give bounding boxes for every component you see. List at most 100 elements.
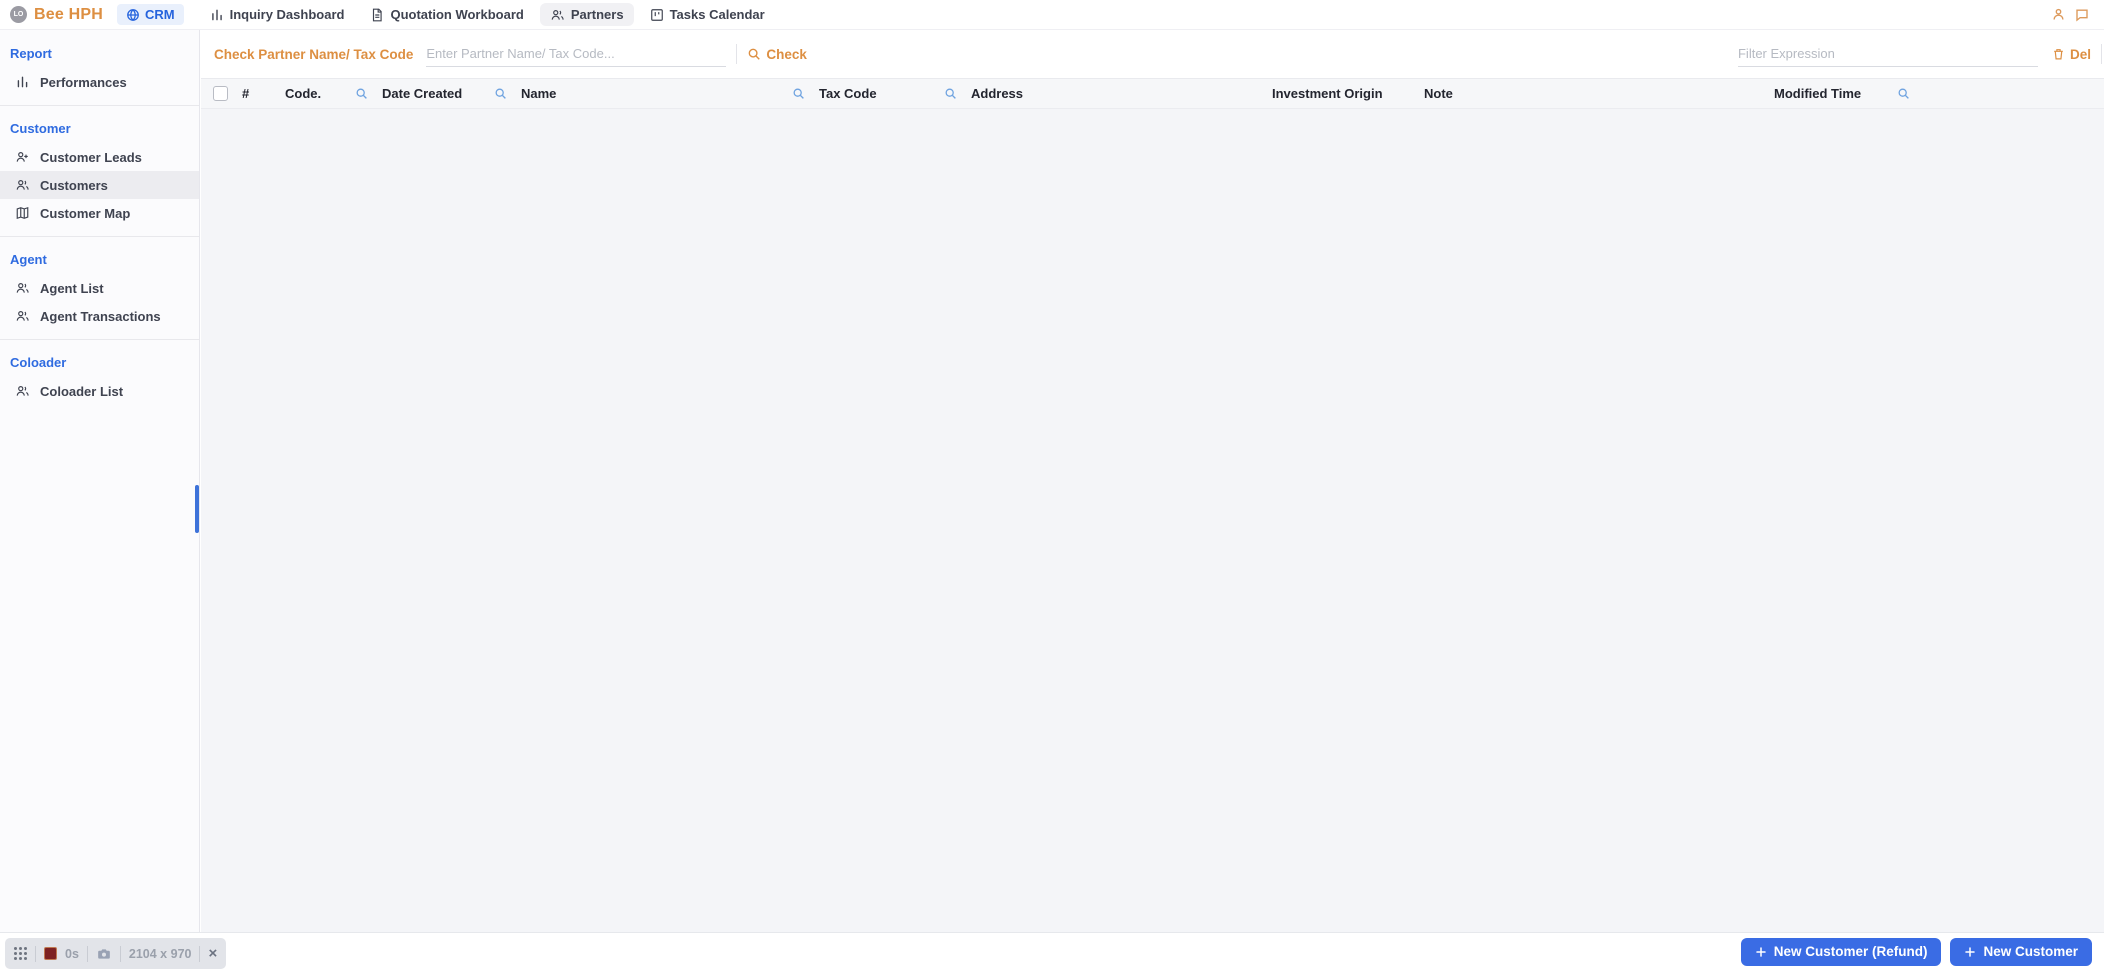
column-label: Modified Time xyxy=(1774,86,1861,101)
sidebar-item-customer-map[interactable]: Customer Map xyxy=(0,199,199,227)
tab-inquiry-dashboard[interactable]: Inquiry Dashboard xyxy=(200,3,355,26)
sidebar-item-label: Coloader List xyxy=(40,384,123,399)
board-icon xyxy=(650,8,664,22)
filter-expression-input[interactable] xyxy=(1738,41,2038,67)
header-cell-index[interactable]: # xyxy=(242,79,285,108)
sidebar-item-agent-list[interactable]: Agent List xyxy=(0,274,199,302)
sidebar-item-coloader-list[interactable]: Coloader List xyxy=(0,377,199,405)
column-search-icon[interactable] xyxy=(944,87,957,100)
tab-label: Inquiry Dashboard xyxy=(230,7,345,22)
plus-icon xyxy=(1964,946,1976,958)
header-cell-code[interactable]: Code. xyxy=(285,79,382,108)
tab-partners[interactable]: Partners xyxy=(540,3,634,26)
sidebar-divider xyxy=(0,339,199,340)
header-cell-select-all xyxy=(201,79,242,108)
customers-table-body xyxy=(201,109,2104,933)
resolution-label: 2104 x 970 xyxy=(129,947,192,961)
user-profile-icon[interactable] xyxy=(2051,7,2066,22)
column-search-icon[interactable] xyxy=(1897,87,1910,100)
delete-filter-label: Del xyxy=(2070,47,2091,62)
header-cell-name[interactable]: Name xyxy=(521,79,819,108)
sidebar-item-customer-leads[interactable]: Customer Leads xyxy=(0,143,199,171)
tab-tasks-calendar[interactable]: Tasks Calendar xyxy=(640,3,775,26)
column-search-icon[interactable] xyxy=(355,87,368,100)
column-label: Name xyxy=(521,86,556,101)
sidebar-section-agent: Agent xyxy=(0,246,199,274)
sidebar-scrollbar-thumb[interactable] xyxy=(195,485,199,533)
check-button[interactable]: Check xyxy=(747,47,807,62)
sidebar-section-customer: Customer xyxy=(0,115,199,143)
crm-chip-label: CRM xyxy=(145,7,175,22)
search-icon xyxy=(747,47,761,61)
column-label: Address xyxy=(971,86,1023,101)
tab-label: Quotation Workboard xyxy=(390,7,523,22)
tab-label: Tasks Calendar xyxy=(670,7,765,22)
recorder-divider xyxy=(120,946,121,962)
sidebar-item-label: Customer Leads xyxy=(40,150,142,165)
toolbar-divider xyxy=(2101,44,2102,64)
people-icon xyxy=(15,309,30,323)
button-label: New Customer xyxy=(1983,944,2078,959)
record-stop-button[interactable] xyxy=(44,947,57,960)
header-cell-tax-code[interactable]: Tax Code xyxy=(819,79,971,108)
column-search-icon[interactable] xyxy=(792,87,805,100)
recorder-divider xyxy=(87,946,88,962)
close-icon[interactable]: × xyxy=(208,946,217,961)
partner-check-input[interactable] xyxy=(426,41,726,67)
header-cell-note[interactable]: Note xyxy=(1424,79,1774,108)
sidebar-item-label: Agent Transactions xyxy=(40,309,161,324)
trash-icon xyxy=(2052,47,2065,61)
column-search-icon[interactable] xyxy=(494,87,507,100)
main-content: Check Partner Name/ Tax Code Check Del xyxy=(201,30,2104,932)
column-label: Code. xyxy=(285,86,321,101)
column-label: Date Created xyxy=(382,86,462,101)
customers-table-header: # Code. Date Created Name Tax Code xyxy=(201,78,2104,109)
sidebar-item-label: Customers xyxy=(40,178,108,193)
person-add-icon xyxy=(15,150,30,164)
camera-icon[interactable] xyxy=(96,947,112,961)
delete-filter-button[interactable]: Del xyxy=(2052,47,2091,62)
sidebar-section-report: Report xyxy=(0,40,199,68)
column-label: Note xyxy=(1424,86,1453,101)
people-icon xyxy=(15,281,30,295)
document-icon xyxy=(370,8,384,22)
header-cell-investment-origin[interactable]: Investment Origin xyxy=(1272,79,1424,108)
record-timer: 0s xyxy=(65,947,79,961)
sidebar-item-agent-transactions[interactable]: Agent Transactions xyxy=(0,302,199,330)
tab-quotation-workboard[interactable]: Quotation Workboard xyxy=(360,3,533,26)
people-icon xyxy=(15,384,30,398)
bar-chart-icon xyxy=(15,75,30,89)
button-label: New Customer (Refund) xyxy=(1774,944,1928,959)
sidebar-item-label: Agent List xyxy=(40,281,104,296)
sidebar-divider xyxy=(0,105,199,106)
recorder-divider xyxy=(35,946,36,962)
new-customer-button[interactable]: New Customer xyxy=(1950,938,2092,966)
check-partner-label: Check Partner Name/ Tax Code xyxy=(214,47,413,62)
sidebar-item-performances[interactable]: Performances xyxy=(0,68,199,96)
header-cell-date-created[interactable]: Date Created xyxy=(382,79,521,108)
sidebar-divider xyxy=(0,236,199,237)
new-customer-refund-button[interactable]: New Customer (Refund) xyxy=(1741,938,1942,966)
globe-icon xyxy=(126,8,140,22)
toolbar-divider xyxy=(736,44,737,64)
sidebar-item-customers[interactable]: Customers xyxy=(0,171,199,199)
crm-app-chip[interactable]: CRM xyxy=(117,4,184,25)
people-icon xyxy=(550,8,565,22)
drag-handle-icon[interactable] xyxy=(14,947,27,960)
top-bar: LO Bee HPH CRM Inquiry Dashboard Quotati… xyxy=(0,0,2104,30)
plus-icon xyxy=(1755,946,1767,958)
people-icon xyxy=(15,178,30,192)
chat-icon[interactable] xyxy=(2074,7,2090,22)
column-label: Investment Origin xyxy=(1272,86,1383,101)
column-label: Tax Code xyxy=(819,86,877,101)
footer-bar: New Customer (Refund) New Customer xyxy=(0,932,2104,970)
sidebar-section-coloader: Coloader xyxy=(0,349,199,377)
brand-title: Bee HPH xyxy=(34,6,103,24)
tab-label: Partners xyxy=(571,7,624,22)
header-cell-modified-time[interactable]: Modified Time xyxy=(1774,79,1924,108)
recorder-divider xyxy=(199,946,200,962)
map-icon xyxy=(15,206,30,220)
app-logo[interactable]: LO xyxy=(10,6,27,23)
header-cell-address[interactable]: Address xyxy=(971,79,1272,108)
select-all-checkbox[interactable] xyxy=(213,86,228,101)
